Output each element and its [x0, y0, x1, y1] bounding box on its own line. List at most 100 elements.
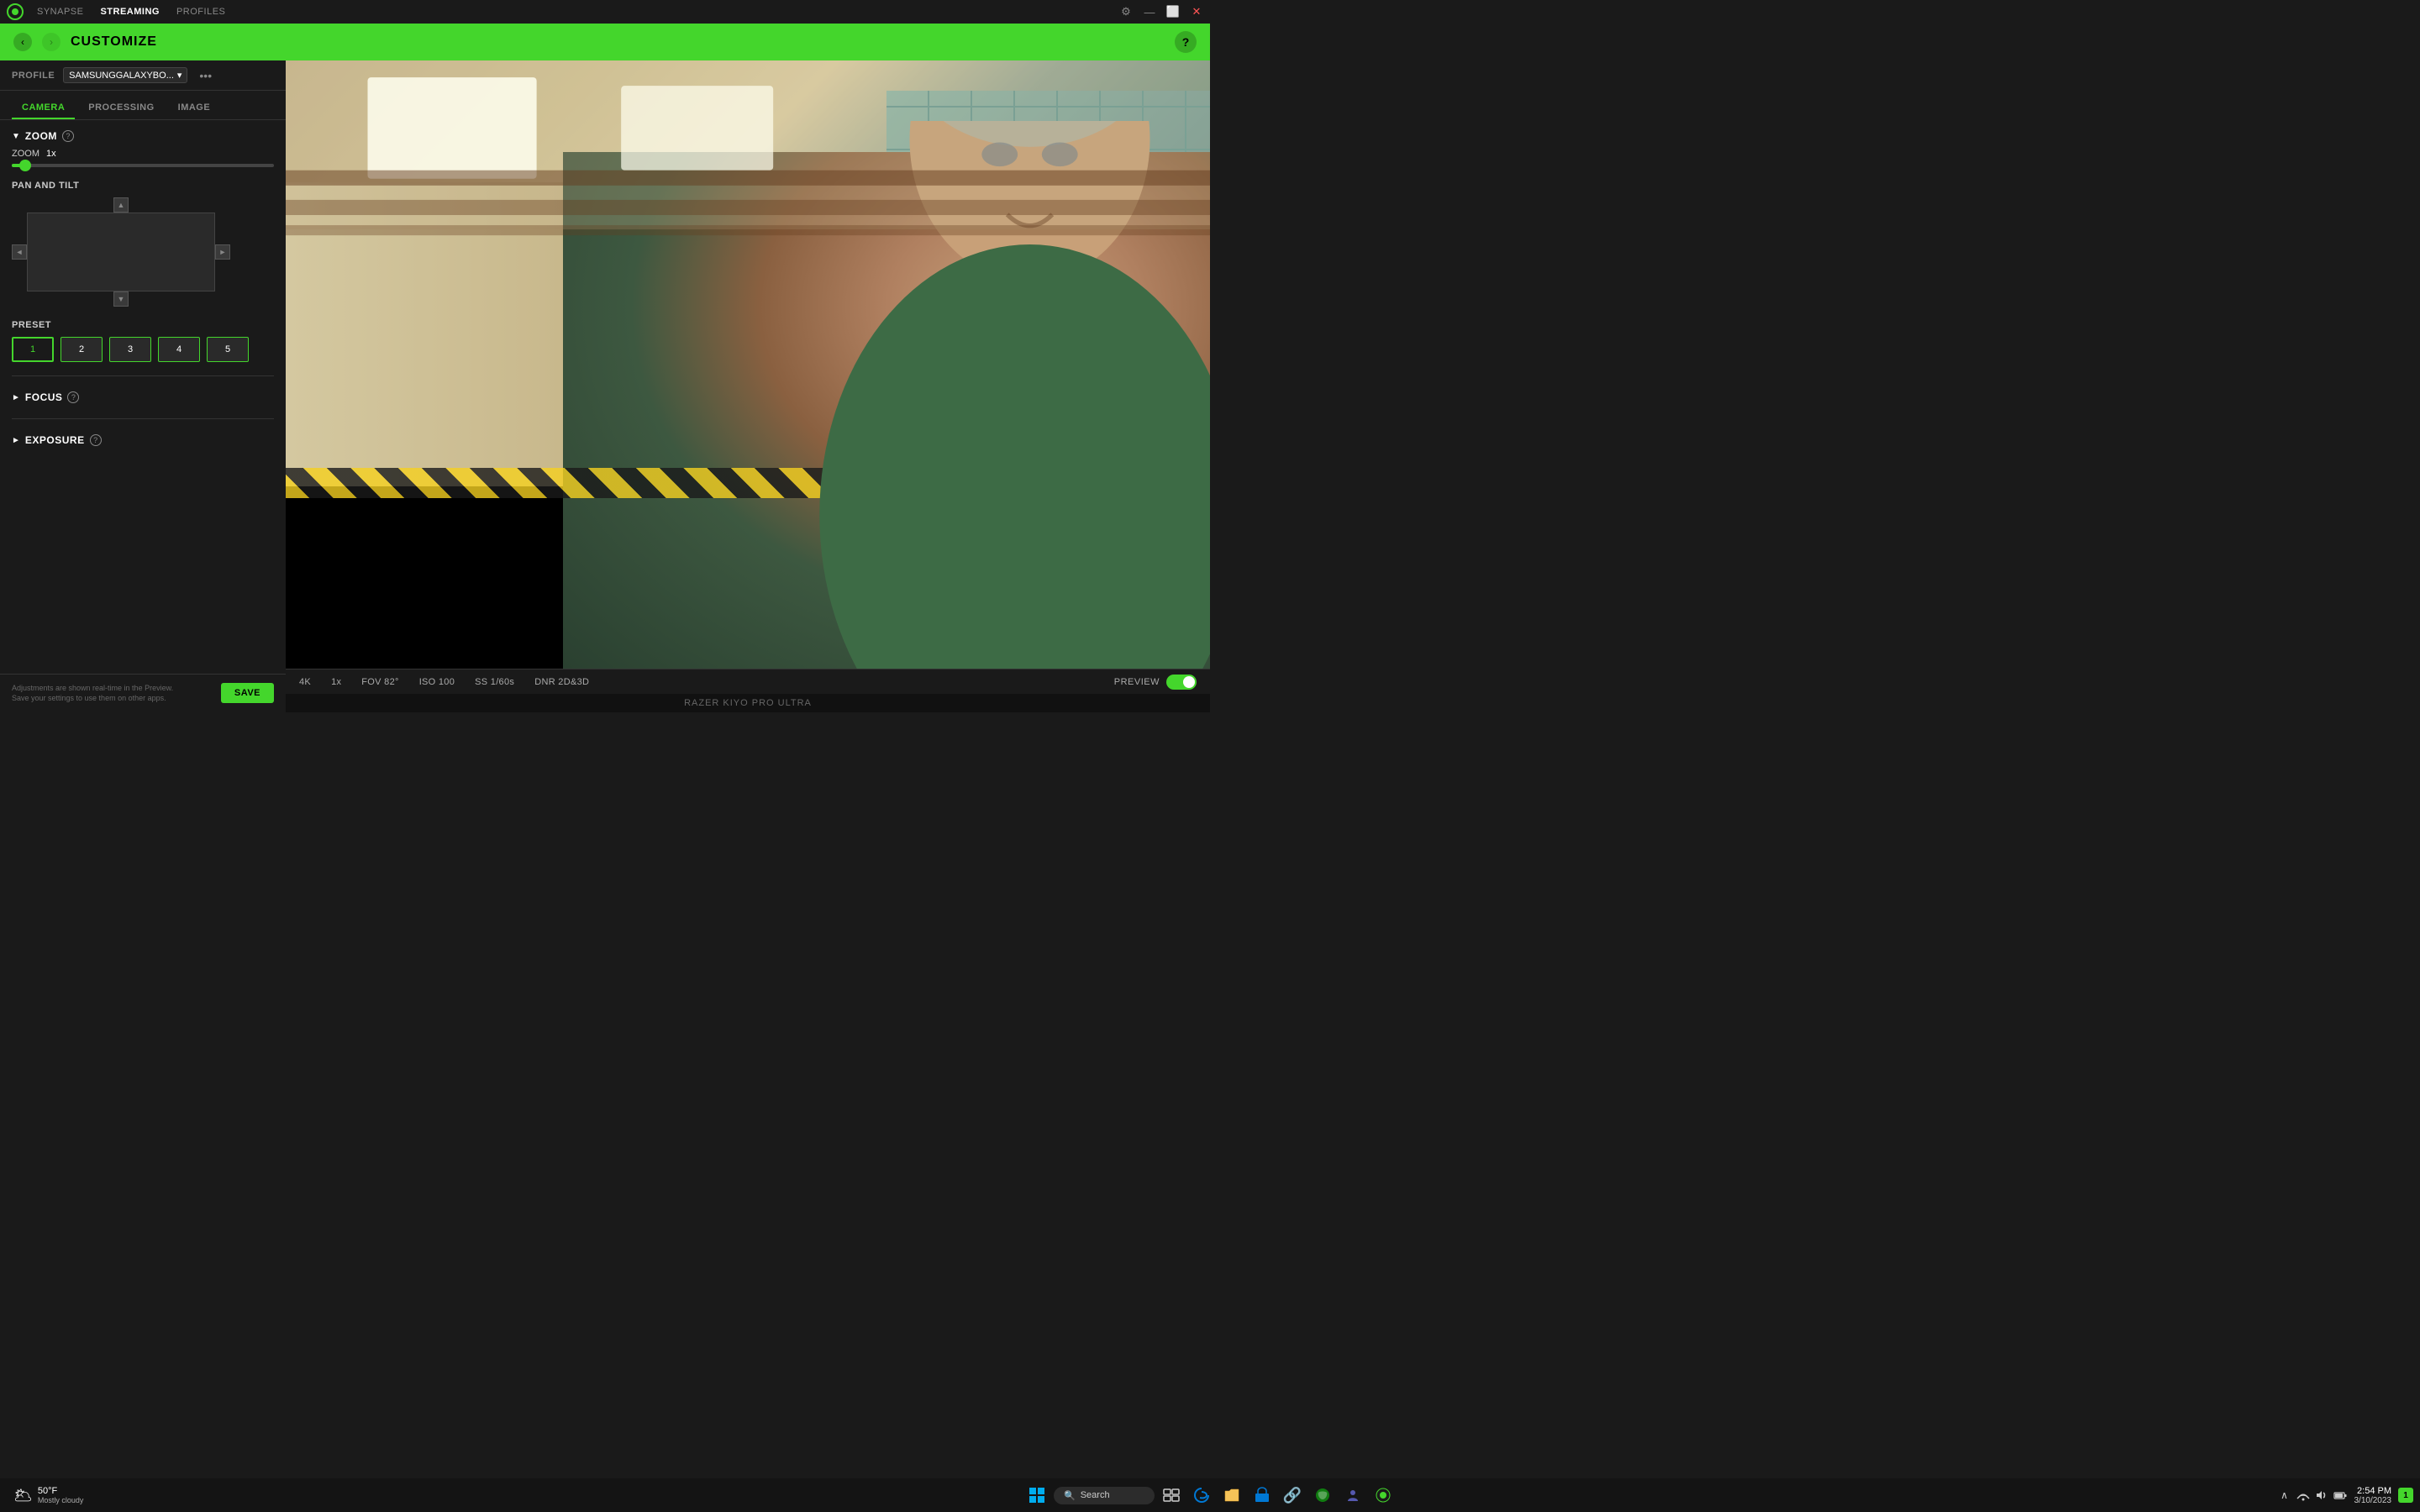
pan-tilt-down-button[interactable]: ▼: [113, 291, 129, 307]
back-button[interactable]: ‹: [13, 33, 32, 51]
close-button[interactable]: ✕: [1190, 5, 1203, 18]
preview-toggle-switch[interactable]: [1166, 675, 1197, 690]
taskbar-center: 🔍 Search: [1023, 1482, 1397, 1509]
focus-section[interactable]: ► FOCUS ?: [12, 383, 274, 412]
weather-widget[interactable]: 🌥 50°F Mostly cloudy: [7, 1486, 90, 1504]
right-section: 4K 1x FOV 82° ISO 100 SS 1/60s DNR 2D&3D…: [286, 60, 1210, 712]
nav-synapse[interactable]: SYNAPSE: [37, 7, 83, 17]
preset-button-4[interactable]: 4: [158, 337, 200, 362]
preset-button-5[interactable]: 5: [207, 337, 249, 362]
main-content: PROFILE SAMSUNGGALAXYBO... ▾ ••• CAMERA …: [0, 60, 1210, 712]
focus-title: FOCUS: [25, 391, 63, 403]
minimize-button[interactable]: —: [1143, 5, 1156, 18]
dnr-info: DNR 2D&3D: [534, 677, 589, 687]
zoom-label-row: ZOOM 1x: [12, 149, 274, 159]
clock-widget[interactable]: 2:54 PM 3/10/2023: [2354, 1486, 2392, 1505]
exposure-section[interactable]: ► EXPOSURE ?: [12, 426, 274, 454]
zoom-slider-thumb[interactable]: [19, 160, 31, 171]
xbox-icon[interactable]: [1309, 1482, 1336, 1509]
zoom-help-icon[interactable]: ?: [62, 130, 74, 142]
teams-icon[interactable]: [1339, 1482, 1366, 1509]
title-bar-right: ⚙ — ⬜ ✕: [1119, 5, 1203, 18]
zoom-collapse-arrow: ▼: [12, 132, 20, 141]
zoom-info: 1x: [331, 677, 341, 687]
profile-dropdown[interactable]: SAMSUNGGALAXYBO... ▾: [63, 67, 187, 83]
profile-value: SAMSUNGGALAXYBO...: [69, 71, 174, 81]
zoom-slider[interactable]: [12, 164, 274, 167]
tab-processing[interactable]: PROCESSING: [78, 97, 164, 119]
toggle-knob: [1183, 676, 1195, 688]
razer-icon[interactable]: [1370, 1482, 1397, 1509]
bottom-hint-bar: Adjustments are shown real-time in the P…: [0, 674, 286, 712]
more-options-button[interactable]: •••: [199, 69, 212, 82]
iso-info: ISO 100: [419, 677, 455, 687]
weather-icon: 🌥: [13, 1487, 33, 1504]
help-button[interactable]: ?: [1175, 31, 1197, 53]
tab-bar: CAMERA PROCESSING IMAGE: [0, 91, 286, 120]
title-bar-left: SYNAPSE STREAMING PROFILES: [7, 3, 225, 20]
exposure-help-icon[interactable]: ?: [90, 434, 102, 446]
weather-info: 50°F Mostly cloudy: [38, 1486, 84, 1504]
phone-link-icon[interactable]: 🔗: [1279, 1482, 1306, 1509]
hint-text: Adjustments are shown real-time in the P…: [12, 683, 173, 704]
profile-bar: PROFILE SAMSUNGGALAXYBO... ▾ •••: [0, 60, 286, 91]
edge-browser-icon[interactable]: [1188, 1482, 1215, 1509]
preset-button-3[interactable]: 3: [109, 337, 151, 362]
preset-button-1[interactable]: 1: [12, 337, 54, 362]
pan-tilt-right-button[interactable]: ►: [215, 244, 230, 260]
maximize-button[interactable]: ⬜: [1166, 5, 1180, 18]
pan-tilt-up-button[interactable]: ▲: [113, 197, 129, 213]
left-panel: PROFILE SAMSUNGGALAXYBO... ▾ ••• CAMERA …: [0, 60, 286, 712]
notification-badge[interactable]: 1: [2398, 1488, 2413, 1503]
pan-tilt-container: ▲ ▼ ◄ ►: [12, 197, 230, 307]
nav-profiles[interactable]: PROFILES: [176, 7, 225, 17]
task-view-button[interactable]: [1158, 1482, 1185, 1509]
zoom-section-header[interactable]: ▼ ZOOM ?: [12, 130, 274, 142]
system-tray: ∧: [2277, 1488, 2348, 1503]
fov-info: FOV 82°: [361, 677, 398, 687]
network-icon[interactable]: [2296, 1488, 2311, 1503]
settings-area: ▼ ZOOM ? ZOOM 1x PAN AND TILT ▲ ▼ ◄: [0, 120, 286, 674]
device-name-bar: RAZER KIYO PRO ULTRA: [286, 694, 1210, 712]
start-button[interactable]: [1023, 1482, 1050, 1509]
nav-streaming[interactable]: STREAMING: [100, 7, 160, 17]
search-label: Search: [1081, 1490, 1110, 1500]
up-arrow-icon[interactable]: ∧: [2277, 1488, 2292, 1503]
weather-desc: Mostly cloudy: [38, 1496, 84, 1504]
focus-expand-icon: ►: [12, 393, 20, 402]
preview-label: PREVIEW: [1114, 677, 1160, 687]
shutter-info: SS 1/60s: [475, 677, 514, 687]
tab-camera[interactable]: CAMERA: [12, 97, 75, 119]
zoom-value: 1x: [46, 149, 56, 159]
preset-button-2[interactable]: 2: [60, 337, 103, 362]
forward-button[interactable]: ›: [42, 33, 60, 51]
save-button[interactable]: SAVE: [221, 683, 274, 703]
profile-label: PROFILE: [12, 71, 55, 81]
header-left: ‹ › CUSTOMIZE: [13, 33, 157, 51]
search-bar[interactable]: 🔍 Search: [1054, 1487, 1155, 1504]
zoom-label: ZOOM: [12, 149, 39, 159]
pan-tilt-left-button[interactable]: ◄: [12, 244, 27, 260]
microsoft-store-icon[interactable]: [1249, 1482, 1276, 1509]
volume-icon[interactable]: [2314, 1488, 2329, 1503]
tab-image[interactable]: IMAGE: [168, 97, 221, 119]
camera-info-bar: 4K 1x FOV 82° ISO 100 SS 1/60s DNR 2D&3D…: [286, 669, 1210, 694]
header-bar: ‹ › CUSTOMIZE ?: [0, 24, 1210, 60]
search-icon: 🔍: [1064, 1490, 1076, 1501]
settings-icon[interactable]: ⚙: [1119, 5, 1133, 18]
preview-toggle-group: PREVIEW: [1114, 675, 1197, 690]
preset-buttons: 1 2 3 4 5: [12, 337, 274, 362]
zoom-slider-container: [12, 164, 274, 167]
exposure-expand-icon: ►: [12, 436, 20, 445]
pan-tilt-label: PAN AND TILT: [12, 181, 274, 191]
app-logo: [7, 3, 24, 20]
preset-label: PRESET: [12, 320, 274, 330]
divider-1: [12, 375, 274, 376]
file-explorer-icon[interactable]: [1218, 1482, 1245, 1509]
battery-icon[interactable]: [2333, 1488, 2348, 1503]
camera-preview: [286, 60, 1210, 669]
focus-help-icon[interactable]: ?: [67, 391, 79, 403]
divider-2: [12, 418, 274, 419]
resolution-info: 4K: [299, 677, 311, 687]
clock-time: 2:54 PM: [2357, 1486, 2391, 1496]
